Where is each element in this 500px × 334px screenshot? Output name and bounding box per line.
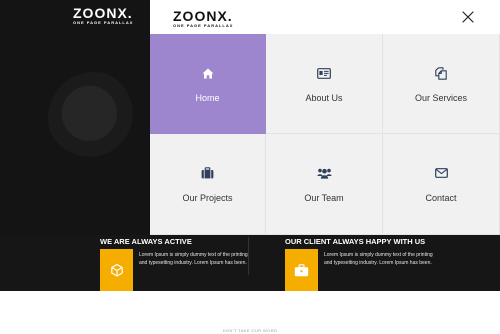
envelope-icon: [434, 168, 448, 178]
feature-icon-box: [100, 249, 133, 291]
users-icon: [316, 168, 332, 179]
briefcase-icon: [294, 263, 309, 276]
fullscreen-menu: ZOONX. ONE PAGE PARALLAX Home About Us O…: [150, 0, 500, 235]
site-logo[interactable]: ZOONX. ONE PAGE PARALLAX: [73, 6, 133, 25]
copy-icon: [435, 66, 447, 80]
menu-item-our-team[interactable]: Our Team: [266, 134, 383, 235]
feature-text: Lorem Ipsum is simply dummy text of the …: [324, 252, 433, 266]
feature-always-active: WE ARE ALWAYS ACTIVE Lorem Ipsum is simp…: [100, 235, 248, 291]
menu-item-label: Our Services: [414, 93, 467, 103]
menu-item-home[interactable]: Home: [150, 34, 266, 134]
menu-item-label: Contact: [425, 193, 457, 203]
feature-divider: [248, 237, 249, 275]
menu-header: ZOONX. ONE PAGE PARALLAX: [150, 0, 500, 34]
id-card-icon: [317, 67, 331, 79]
home-icon: [202, 68, 213, 78]
menu-logo[interactable]: ZOONX. ONE PAGE PARALLAX: [173, 9, 233, 28]
close-menu-button[interactable]: [459, 8, 477, 26]
feature-title: WE ARE ALWAYS ACTIVE: [100, 237, 192, 246]
menu-item-contact[interactable]: Contact: [383, 134, 500, 235]
logo-name: ZOONX.: [73, 5, 133, 21]
feature-title: OUR CLIENT ALWAYS HAPPY WITH US: [285, 237, 426, 246]
menu-item-our-projects[interactable]: Our Projects: [150, 134, 266, 235]
feature-icon-box: [285, 249, 318, 291]
logo-tagline: ONE PAGE PARALLAX: [173, 23, 234, 28]
logo-tagline: ONE PAGE PARALLAX: [73, 20, 134, 25]
logo-name: ZOONX.: [173, 8, 233, 24]
feature-happy-clients: OUR CLIENT ALWAYS HAPPY WITH US Lorem Ip…: [285, 235, 445, 291]
coffee-cup-image: [48, 72, 140, 164]
feature-text: Lorem Ipsum is simply dummy text of the …: [139, 252, 248, 266]
menu-item-label: About Us: [305, 93, 343, 103]
section-label: DON'T TAKE OUR WORD: [222, 328, 278, 333]
menu-item-label: Our Team: [304, 193, 344, 203]
menu-item-about-us[interactable]: About Us: [266, 34, 383, 134]
menu-grid: Home About Us Our Services Our Projects …: [150, 34, 500, 235]
features-strip: WE ARE ALWAYS ACTIVE Lorem Ipsum is simp…: [0, 235, 500, 291]
close-icon: [462, 11, 474, 23]
briefcase-icon: [201, 167, 214, 179]
menu-item-our-services[interactable]: Our Services: [383, 34, 500, 134]
cube-icon: [110, 263, 123, 277]
menu-item-label: Our Projects: [182, 193, 233, 203]
menu-item-label: Home: [195, 93, 220, 103]
